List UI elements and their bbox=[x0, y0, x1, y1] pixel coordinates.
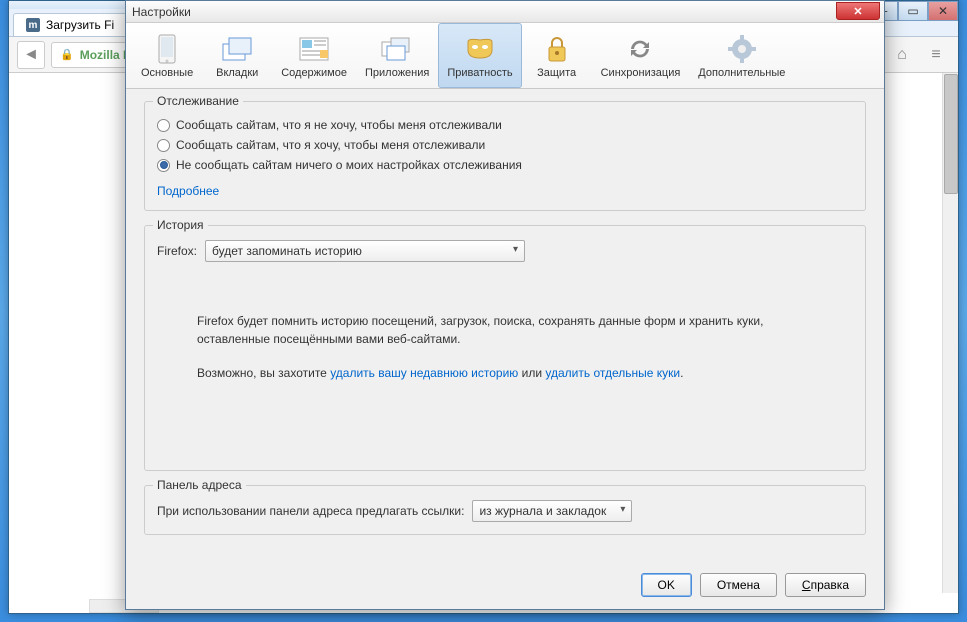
addressbar-suggest-label: При использовании панели адреса предлага… bbox=[157, 504, 464, 518]
addressbar-legend: Панель адреса bbox=[153, 478, 246, 492]
radio-icon bbox=[157, 159, 170, 172]
menu-icon[interactable]: ≡ bbox=[922, 41, 950, 69]
home-icon[interactable]: ⌂ bbox=[888, 41, 916, 69]
tracking-fieldset: Отслеживание Сообщать сайтам, что я не х… bbox=[144, 101, 866, 211]
addressbar-fieldset: Панель адреса При использовании панели а… bbox=[144, 485, 866, 535]
maximize-button[interactable]: ▭ bbox=[898, 1, 928, 21]
help-button[interactable]: Справка bbox=[785, 573, 866, 597]
settings-tabbar: Основные Вкладки Содержимое Приложения П… bbox=[126, 23, 884, 89]
tab-general[interactable]: Основные bbox=[132, 23, 202, 88]
radio-icon bbox=[157, 119, 170, 132]
history-description: Firefox будет помнить историю посещений,… bbox=[197, 312, 833, 382]
tracking-legend: Отслеживание bbox=[153, 94, 243, 108]
tracking-option-dnt-off[interactable]: Сообщать сайтам, что я хочу, чтобы меня … bbox=[157, 138, 853, 152]
dialog-title: Настройки bbox=[132, 5, 191, 19]
scrollbar-thumb[interactable] bbox=[944, 74, 958, 194]
general-icon bbox=[151, 33, 183, 65]
content-icon bbox=[298, 33, 330, 65]
history-firefox-label: Firefox: bbox=[157, 244, 197, 258]
dialog-titlebar: Настройки ✕ bbox=[126, 1, 884, 23]
settings-dialog: Настройки ✕ Основные Вкладки Содержимое bbox=[125, 0, 885, 610]
dialog-buttons: OK Отмена Справка bbox=[641, 573, 867, 597]
cancel-button[interactable]: Отмена bbox=[700, 573, 777, 597]
history-legend: История bbox=[153, 218, 208, 232]
applications-icon bbox=[381, 33, 413, 65]
tabs-icon bbox=[221, 33, 253, 65]
gear-icon bbox=[726, 33, 758, 65]
tab-privacy[interactable]: Приватность bbox=[438, 23, 521, 88]
tab-title: Загрузить Fi bbox=[46, 18, 114, 32]
tracking-learn-more-link[interactable]: Подробнее bbox=[157, 184, 219, 198]
remove-cookies-link[interactable]: удалить отдельные куки bbox=[545, 366, 680, 380]
tab-content[interactable]: Содержимое bbox=[272, 23, 356, 88]
sync-icon bbox=[624, 33, 656, 65]
security-lock-icon bbox=[541, 33, 573, 65]
ok-button[interactable]: OK bbox=[641, 573, 692, 597]
tab-advanced[interactable]: Дополнительные bbox=[689, 23, 794, 88]
dialog-close-button[interactable]: ✕ bbox=[836, 2, 880, 20]
tracking-option-dnt-on[interactable]: Сообщать сайтам, что я не хочу, чтобы ме… bbox=[157, 118, 853, 132]
lock-icon: 🔒 bbox=[60, 48, 74, 61]
browser-tab[interactable]: m Загрузить Fi bbox=[13, 13, 127, 36]
history-mode-select[interactable]: будет запоминать историю bbox=[205, 240, 525, 262]
dialog-body: Отслеживание Сообщать сайтам, что я не х… bbox=[126, 89, 884, 561]
tab-tabs[interactable]: Вкладки bbox=[202, 23, 272, 88]
tab-security[interactable]: Защита bbox=[522, 23, 592, 88]
back-button[interactable]: ◄ bbox=[17, 41, 45, 69]
history-fieldset: История Firefox: будет запоминать истори… bbox=[144, 225, 866, 471]
radio-icon bbox=[157, 139, 170, 152]
tracking-option-no-pref[interactable]: Не сообщать сайтам ничего о моих настрой… bbox=[157, 158, 853, 172]
clear-recent-history-link[interactable]: удалить вашу недавнюю историю bbox=[330, 366, 518, 380]
addressbar-suggest-select[interactable]: из журнала и закладок bbox=[472, 500, 632, 522]
close-button[interactable]: ✕ bbox=[928, 1, 958, 21]
privacy-mask-icon bbox=[464, 33, 496, 65]
tab-applications[interactable]: Приложения bbox=[356, 23, 438, 88]
tab-favicon-icon: m bbox=[26, 18, 40, 32]
tab-sync[interactable]: Синхронизация bbox=[592, 23, 690, 88]
scrollbar[interactable] bbox=[942, 73, 958, 593]
